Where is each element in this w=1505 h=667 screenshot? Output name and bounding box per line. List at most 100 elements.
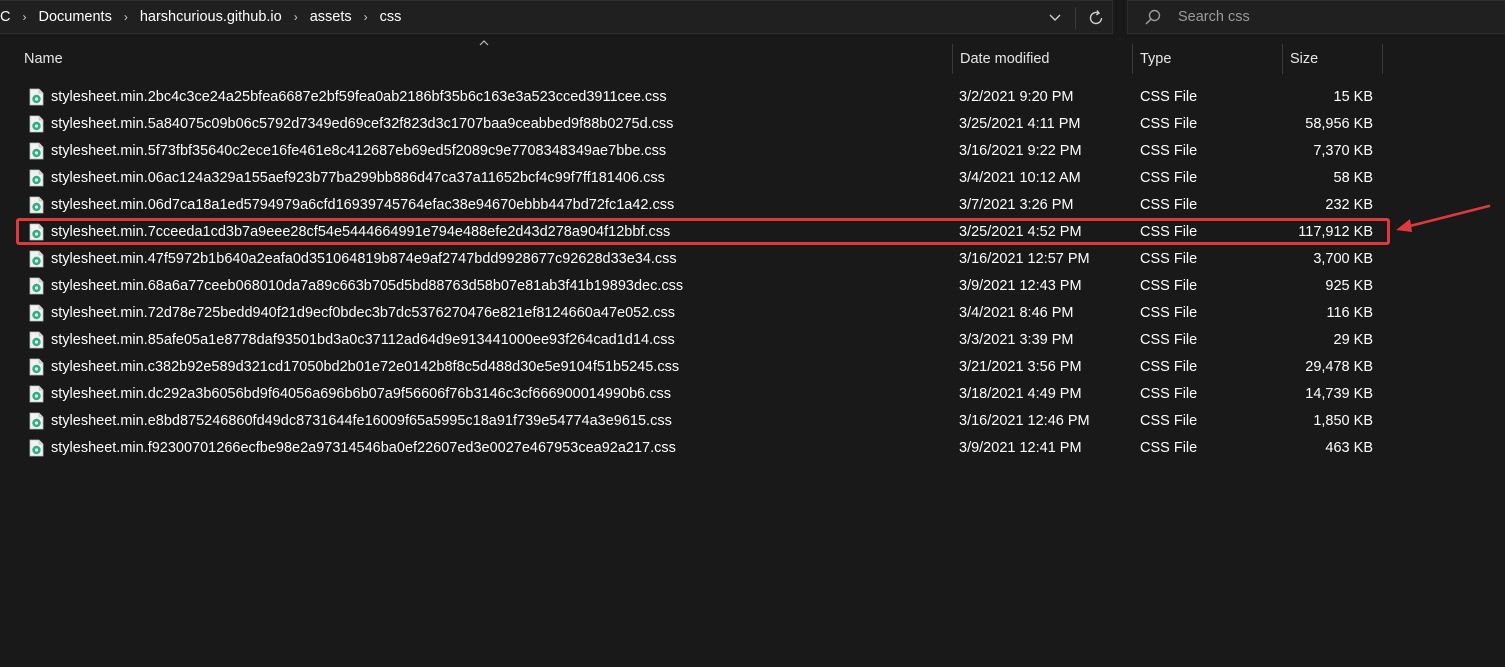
css-file-icon	[29, 385, 44, 403]
css-file-icon	[29, 250, 44, 268]
file-name: stylesheet.min.5f73fbf35640c2ece16fe461e…	[51, 143, 667, 159]
file-date-modified: 3/3/2021 3:39 PM	[959, 332, 1074, 348]
address-bar[interactable]: C › Documents › harshcurious.github.io ›…	[0, 0, 1113, 34]
file-size: 58 KB	[1333, 170, 1374, 186]
file-row[interactable]: stylesheet.min.f92300701266ecfbe98e2a973…	[0, 435, 1505, 462]
file-date-modified: 3/2/2021 9:20 PM	[959, 89, 1074, 105]
file-type: CSS File	[1140, 305, 1198, 321]
file-row[interactable]: stylesheet.min.06ac124a329a155aef923b77b…	[0, 165, 1505, 192]
column-header-type[interactable]: Type	[1140, 43, 1171, 75]
file-type: CSS File	[1140, 332, 1198, 348]
chevron-right-icon[interactable]: ›	[22, 10, 26, 24]
file-date-modified: 3/9/2021 12:41 PM	[959, 440, 1082, 456]
file-size: 15 KB	[1333, 89, 1374, 105]
file-name: stylesheet.min.06ac124a329a155aef923b77b…	[51, 170, 665, 186]
chevron-down-icon	[1049, 14, 1061, 21]
breadcrumb-item-documents[interactable]: Documents	[38, 9, 111, 25]
column-header-size[interactable]: Size	[1290, 43, 1318, 75]
file-size: 29 KB	[1333, 332, 1374, 348]
search-input[interactable]	[1178, 9, 1478, 25]
file-size: 116 KB	[1326, 305, 1374, 321]
file-row[interactable]: stylesheet.min.06d7ca18a1ed5794979a6cfd1…	[0, 192, 1505, 219]
sort-ascending-icon	[479, 40, 489, 46]
file-row[interactable]: stylesheet.min.e8bd875246860fd49dc873164…	[0, 408, 1505, 435]
breadcrumb-item-drive[interactable]: C	[0, 9, 10, 25]
chevron-right-icon[interactable]: ›	[294, 10, 298, 24]
css-file-icon	[29, 169, 44, 187]
breadcrumb-item-css[interactable]: css	[380, 9, 402, 25]
file-name: stylesheet.min.72d78e725bedd940f21d9ecf0…	[51, 305, 676, 321]
file-row[interactable]: stylesheet.min.5a84075c09b06c5792d7349ed…	[0, 111, 1505, 138]
file-size: 58,956 KB	[1305, 116, 1373, 132]
file-size: 1,850 KB	[1313, 413, 1373, 429]
file-name: stylesheet.min.f92300701266ecfbe98e2a973…	[51, 440, 676, 456]
column-header-name[interactable]: Name	[24, 43, 63, 75]
file-row[interactable]: stylesheet.min.85afe05a1e8778daf93501bd3…	[0, 327, 1505, 354]
chevron-right-icon[interactable]: ›	[124, 10, 128, 24]
file-type: CSS File	[1140, 413, 1198, 429]
file-size: 29,478 KB	[1305, 359, 1373, 375]
file-size: 925 KB	[1325, 278, 1373, 294]
column-header-date[interactable]: Date modified	[960, 43, 1049, 75]
file-name: stylesheet.min.2bc4c3ce24a25bfea6687e2bf…	[51, 89, 667, 105]
address-history-button[interactable]	[1040, 1, 1070, 35]
highlight-annotation	[16, 218, 1390, 245]
file-row[interactable]: stylesheet.min.68a6a77ceeb068010da7a89c6…	[0, 273, 1505, 300]
file-type: CSS File	[1140, 251, 1198, 267]
file-name: stylesheet.min.85afe05a1e8778daf93501bd3…	[51, 332, 675, 348]
file-size: 7,370 KB	[1313, 143, 1373, 159]
file-row[interactable]: stylesheet.min.72d78e725bedd940f21d9ecf0…	[0, 300, 1505, 327]
css-file-icon	[29, 277, 44, 295]
css-file-icon	[29, 358, 44, 376]
breadcrumb-item-assets[interactable]: assets	[310, 9, 352, 25]
file-row[interactable]: stylesheet.min.47f5972b1b640a2eafa0d3510…	[0, 246, 1505, 273]
search-icon	[1144, 7, 1164, 27]
css-file-icon	[29, 142, 44, 160]
file-size: 14,739 KB	[1305, 386, 1373, 402]
file-date-modified: 3/25/2021 4:11 PM	[959, 116, 1081, 132]
file-size: 3,700 KB	[1313, 251, 1373, 267]
column-divider[interactable]	[1382, 44, 1383, 74]
file-row[interactable]: stylesheet.min.dc292a3b6056bd9f64056a696…	[0, 381, 1505, 408]
file-name: stylesheet.min.06d7ca18a1ed5794979a6cfd1…	[51, 197, 675, 213]
file-name: stylesheet.min.68a6a77ceeb068010da7a89c6…	[51, 278, 684, 294]
file-type: CSS File	[1140, 116, 1198, 132]
file-date-modified: 3/16/2021 12:57 PM	[959, 251, 1090, 267]
file-row[interactable]: stylesheet.min.5f73fbf35640c2ece16fe461e…	[0, 138, 1505, 165]
file-type: CSS File	[1140, 197, 1198, 213]
file-name: stylesheet.min.5a84075c09b06c5792d7349ed…	[51, 116, 674, 132]
file-date-modified: 3/18/2021 4:49 PM	[959, 386, 1082, 402]
css-file-icon	[29, 115, 44, 133]
column-divider[interactable]	[1132, 44, 1133, 74]
column-divider[interactable]	[952, 44, 953, 74]
toolbar: C › Documents › harshcurious.github.io ›…	[0, 0, 1505, 36]
file-type: CSS File	[1140, 359, 1198, 375]
file-type: CSS File	[1140, 143, 1198, 159]
file-type: CSS File	[1140, 278, 1198, 294]
file-type: CSS File	[1140, 170, 1198, 186]
file-date-modified: 3/4/2021 8:46 PM	[959, 305, 1074, 321]
column-divider[interactable]	[1282, 44, 1283, 74]
file-date-modified: 3/7/2021 3:26 PM	[959, 197, 1074, 213]
file-date-modified: 3/16/2021 9:22 PM	[959, 143, 1082, 159]
refresh-button[interactable]	[1080, 1, 1112, 35]
file-type: CSS File	[1140, 440, 1198, 456]
file-row[interactable]: stylesheet.min.2bc4c3ce24a25bfea6687e2bf…	[0, 84, 1505, 111]
chevron-right-icon[interactable]: ›	[364, 10, 368, 24]
file-size: 232 KB	[1325, 197, 1373, 213]
css-file-icon	[29, 412, 44, 430]
file-size: 463 KB	[1325, 440, 1373, 456]
file-row[interactable]: stylesheet.min.c382b92e589d321cd17050bd2…	[0, 354, 1505, 381]
css-file-icon	[29, 196, 44, 214]
file-date-modified: 3/4/2021 10:12 AM	[959, 170, 1081, 186]
column-header-row: Name Date modified Type Size	[0, 40, 1505, 75]
address-divider	[1075, 7, 1076, 29]
search-box[interactable]	[1127, 0, 1505, 34]
file-name: stylesheet.min.47f5972b1b640a2eafa0d3510…	[51, 251, 677, 267]
css-file-icon	[29, 331, 44, 349]
refresh-icon	[1089, 10, 1103, 25]
file-date-modified: 3/16/2021 12:46 PM	[959, 413, 1090, 429]
css-file-icon	[29, 88, 44, 106]
breadcrumb-item-repo[interactable]: harshcurious.github.io	[140, 9, 282, 25]
file-type: CSS File	[1140, 89, 1198, 105]
